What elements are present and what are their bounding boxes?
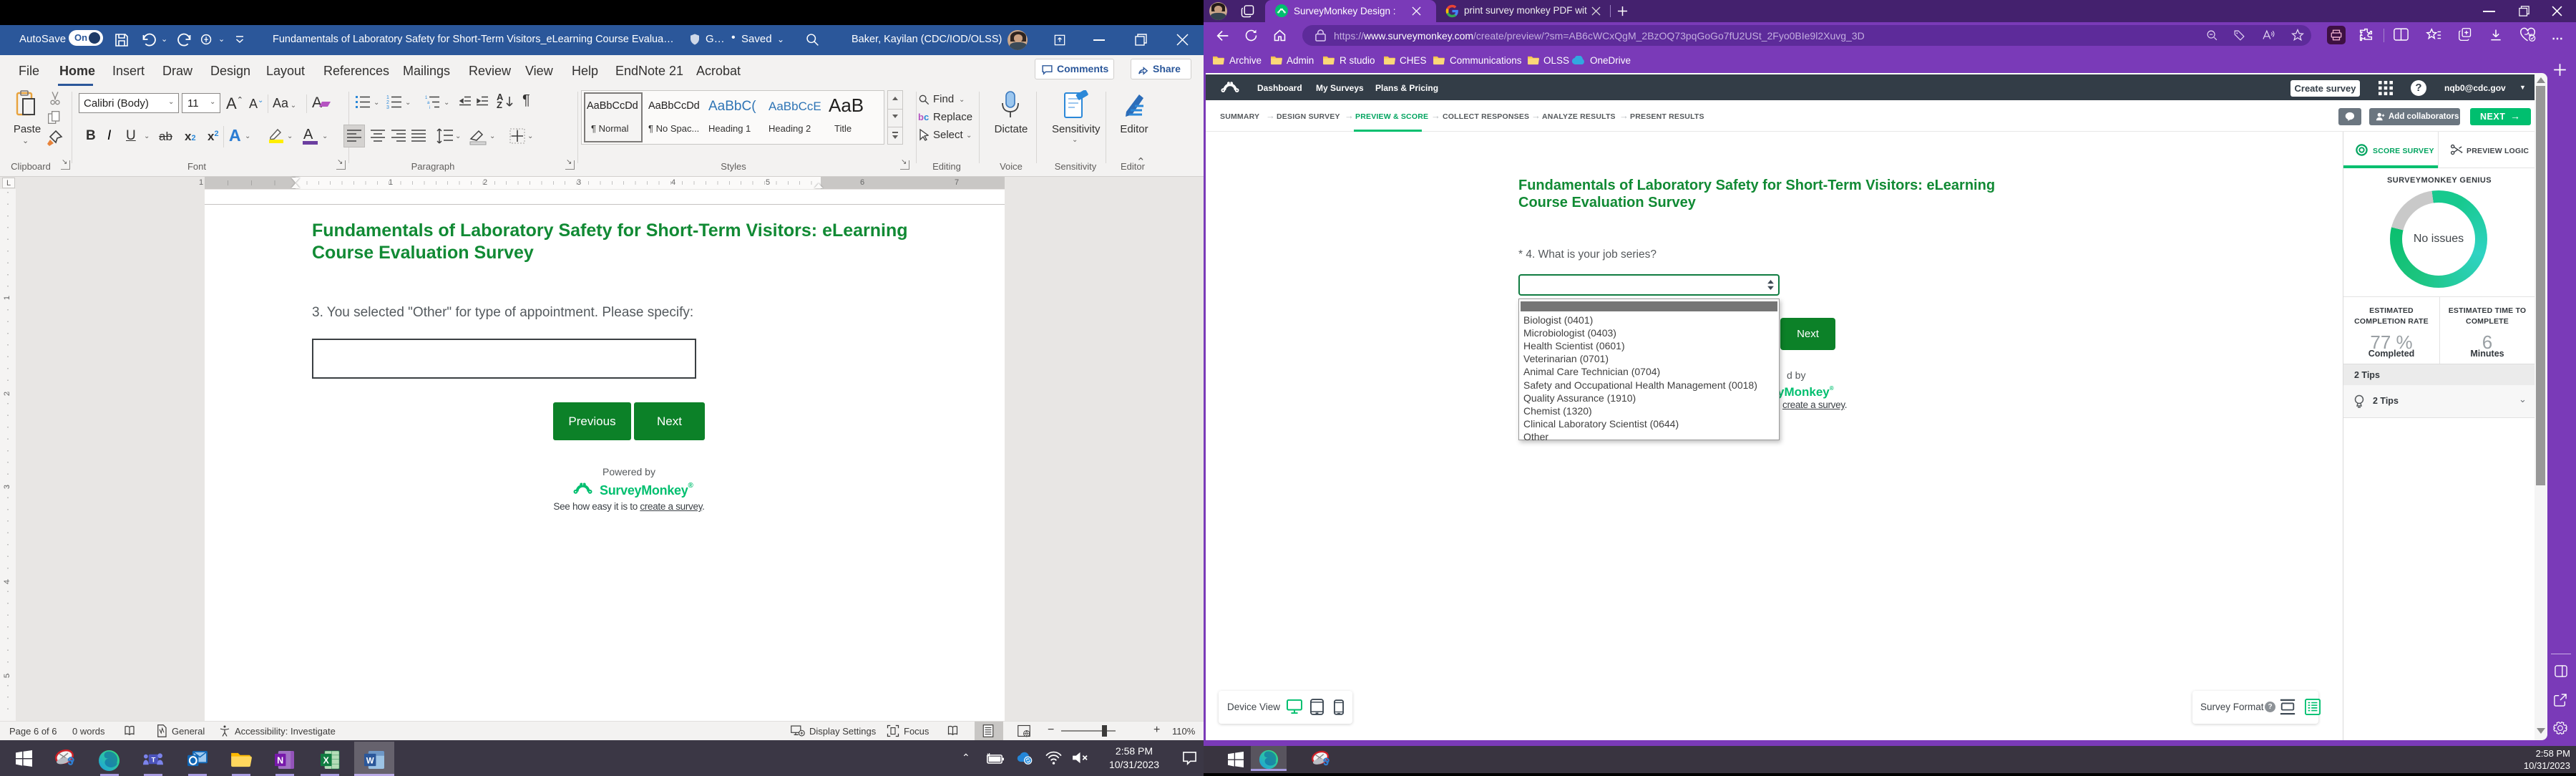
svg-text:1: 1 (386, 95, 389, 100)
svg-text:X: X (323, 755, 330, 765)
svg-text:3: 3 (386, 105, 389, 109)
svg-text:2: 2 (386, 100, 389, 105)
svg-text:i: i (429, 106, 430, 109)
svg-text:a: a (427, 101, 430, 105)
svg-text:T: T (152, 756, 156, 764)
svg-text:N: N (277, 755, 283, 765)
svg-text:1: 1 (425, 96, 428, 100)
svg-text:W: W (366, 757, 374, 765)
